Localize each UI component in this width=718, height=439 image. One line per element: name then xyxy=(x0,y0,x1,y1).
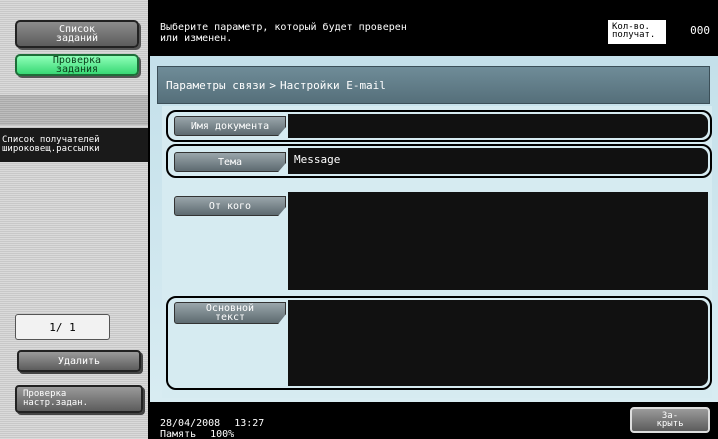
sidebar-band xyxy=(0,95,148,125)
footer-date: 28/04/2008 xyxy=(160,418,221,429)
page-indicator: 1/ 1 xyxy=(15,314,110,340)
body-text-value[interactable] xyxy=(288,300,708,386)
instruction-message: Выберите параметр, который будет провере… xyxy=(160,22,600,44)
qty-label-line2: получат. xyxy=(612,30,656,40)
close-button[interactable]: За- крыть xyxy=(630,407,710,433)
job-settings-check-button[interactable]: Проверка настр.задан. xyxy=(15,385,143,413)
job-list-label-line2: заданий xyxy=(55,33,99,44)
job-check-label-line2: задания xyxy=(55,64,99,75)
from-button[interactable]: От кого xyxy=(174,196,286,216)
breadcrumb-current: Настройки E-mail xyxy=(279,78,386,92)
job-settings-label-line2: настр.задан. xyxy=(23,398,89,408)
job-check-button[interactable]: Проверка задания xyxy=(15,54,139,76)
subject-value[interactable]: Message xyxy=(288,148,708,174)
breadcrumb-separator: > xyxy=(269,78,276,92)
footer-status: 28/04/2008 13:27 Память 100% xyxy=(160,418,264,439)
recipient-count-label: Кол-во. получат. xyxy=(608,20,666,44)
document-name-label: Имя документа xyxy=(190,120,270,132)
body-text-button[interactable]: Основной текст xyxy=(174,302,286,324)
body-label-line2: текст xyxy=(214,312,246,323)
subject-button[interactable]: Тема xyxy=(174,152,286,172)
from-label: От кого xyxy=(208,200,252,212)
footer-memory-value: 100% xyxy=(210,429,235,439)
job-list-button[interactable]: Список заданий xyxy=(15,20,139,48)
subject-label: Тема xyxy=(217,156,243,168)
document-name-button[interactable]: Имя документа xyxy=(174,116,286,136)
close-label-line2: крыть xyxy=(656,419,684,429)
message-line2: или изменен. xyxy=(160,33,233,44)
message-line1: Выберите параметр, который будет провере… xyxy=(160,22,407,33)
screen: Список заданий Проверка задания Список п… xyxy=(0,0,718,439)
recipient-count-value: 000 xyxy=(690,24,710,37)
from-value[interactable] xyxy=(288,192,708,290)
footer-time: 13:27 xyxy=(234,418,265,429)
breadcrumb-parent: Параметры связи xyxy=(166,78,266,92)
breadcrumb: Параметры связи > Настройки E-mail xyxy=(157,66,710,104)
broadcast-list-heading: Список получателей широковещ.рассылки xyxy=(0,128,148,162)
document-name-value[interactable] xyxy=(288,114,708,138)
footer-memory-label: Память xyxy=(160,429,197,439)
delete-button[interactable]: Удалить xyxy=(17,350,141,372)
broadcast-heading-line2: широковещ.рассылки xyxy=(2,144,100,154)
